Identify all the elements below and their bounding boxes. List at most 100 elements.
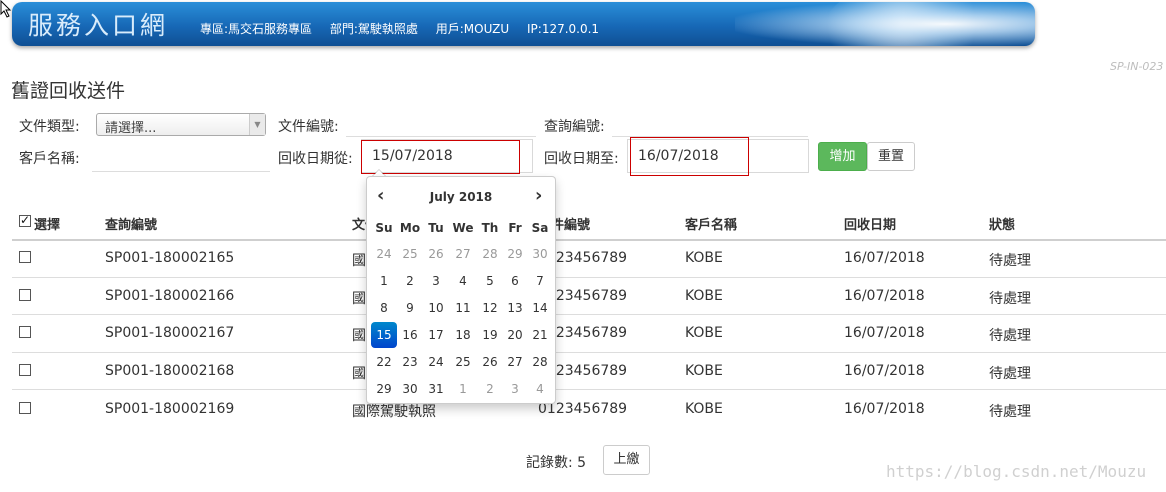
datepicker-month-label[interactable]: July 2018 xyxy=(367,190,555,204)
ip-info: IP:127.0.0.1 xyxy=(527,22,600,36)
datepicker-day[interactable]: 1 xyxy=(450,376,476,402)
datepicker-day[interactable]: 16 xyxy=(397,322,423,348)
datepicker-day[interactable]: 28 xyxy=(527,349,553,375)
datepicker-day[interactable]: 3 xyxy=(502,376,528,402)
row-checkbox[interactable] xyxy=(19,251,31,263)
column-header-status: 狀態 xyxy=(989,218,1016,233)
datepicker-day[interactable]: 6 xyxy=(502,268,528,294)
table-cell-date: 16/07/2018 xyxy=(844,325,925,341)
datepicker-day[interactable]: 30 xyxy=(397,376,423,402)
datepicker-day[interactable]: 24 xyxy=(423,349,449,375)
submit-button[interactable]: 上繳 xyxy=(603,445,650,475)
datepicker-day[interactable]: 1 xyxy=(371,268,397,294)
datepicker-day[interactable]: 12 xyxy=(477,295,503,321)
datepicker-day[interactable]: 11 xyxy=(450,295,476,321)
query-no-input[interactable] xyxy=(612,110,808,136)
zone-info: 專區:馬交石服務專區 xyxy=(200,22,313,36)
datepicker-day[interactable]: 22 xyxy=(371,349,397,375)
datepicker-day[interactable]: 20 xyxy=(502,322,528,348)
datepicker-day[interactable]: 25 xyxy=(450,349,476,375)
session-info: 專區:馬交石服務專區 部門:駕駛執照處 用戶:MOUZU IP:127.0.0.… xyxy=(200,20,613,37)
datepicker-day[interactable]: 31 xyxy=(423,376,449,402)
table-cell-client: KOBE xyxy=(685,363,723,379)
department-info: 部門:駕駛執照處 xyxy=(329,22,418,36)
table-cell-query-no: SP001-180002169 xyxy=(105,401,235,417)
weekday-label: Su xyxy=(375,221,393,235)
datepicker-day[interactable]: 28 xyxy=(477,241,503,267)
datepicker-day[interactable]: 7 xyxy=(527,268,553,294)
datepicker-day[interactable]: 19 xyxy=(477,322,503,348)
datepicker-day[interactable]: 24 xyxy=(371,241,397,267)
datepicker-day[interactable]: 30 xyxy=(527,241,553,267)
datepicker-day[interactable]: 13 xyxy=(502,295,528,321)
table-cell-status: 待處理 xyxy=(989,291,1031,307)
weekday-label: Tu xyxy=(428,221,444,235)
datepicker-day[interactable]: 15 xyxy=(371,322,397,348)
table-cell-date: 16/07/2018 xyxy=(844,288,925,304)
datepicker-day[interactable]: 18 xyxy=(450,322,476,348)
datepicker-day[interactable]: 27 xyxy=(502,349,528,375)
column-header-query-no: 查詢編號 xyxy=(105,218,158,233)
column-header-select: 選擇 xyxy=(34,218,61,233)
datepicker-day[interactable]: 25 xyxy=(397,241,423,267)
doc-no-label: 文件編號: xyxy=(278,119,339,135)
datepicker-day[interactable]: 8 xyxy=(371,295,397,321)
datepicker-day[interactable]: 29 xyxy=(502,241,528,267)
weekday-label: Th xyxy=(481,221,499,235)
datepicker-day[interactable]: 26 xyxy=(477,349,503,375)
doc-type-select[interactable]: 請選擇... ▼ xyxy=(96,113,266,136)
datepicker-day[interactable]: 9 xyxy=(397,295,423,321)
column-header-date: 回收日期 xyxy=(844,218,897,233)
row-checkbox[interactable] xyxy=(19,364,31,376)
chevron-down-icon: ▼ xyxy=(249,114,265,135)
row-checkbox[interactable] xyxy=(19,402,31,414)
add-button[interactable]: 增加 xyxy=(818,142,867,171)
datepicker-day[interactable]: 14 xyxy=(527,295,553,321)
doc-no-input[interactable] xyxy=(346,110,536,136)
datepicker-popup: ‹ July 2018 › Su Mo Tu We Th Fr Sa 24 25 2… xyxy=(366,176,556,404)
banner-glow xyxy=(735,2,1035,46)
watermark: https://blog.csdn.net/Mouzu xyxy=(886,462,1147,481)
datepicker-next-icon[interactable]: › xyxy=(535,185,542,206)
record-count: 記錄數: 5 xyxy=(526,455,587,471)
datepicker-day[interactable]: 2 xyxy=(477,376,503,402)
table-row-divider xyxy=(12,352,1166,353)
table-cell-client: KOBE xyxy=(685,325,723,341)
reset-button[interactable]: 重置 xyxy=(867,142,915,171)
datepicker-day[interactable]: 27 xyxy=(450,241,476,267)
client-name-input[interactable] xyxy=(92,145,270,171)
table-cell-query-no: SP001-180002166 xyxy=(105,288,235,304)
weekday-label: Sa xyxy=(531,221,549,235)
client-name-underline xyxy=(92,171,270,172)
datepicker-day[interactable]: 23 xyxy=(397,349,423,375)
table-cell-status: 待處理 xyxy=(989,404,1031,420)
site-title: 服務入口網 xyxy=(28,11,169,40)
datepicker-day[interactable]: 4 xyxy=(450,268,476,294)
table-cell-query-no: SP001-180002167 xyxy=(105,325,235,341)
datepicker-day[interactable]: 4 xyxy=(527,376,553,402)
page-title: 舊證回收送件 xyxy=(11,80,126,102)
user-info: 用戶:MOUZU xyxy=(435,22,510,36)
table-cell-status: 待處理 xyxy=(989,328,1031,344)
table-cell-query-no: SP001-180002165 xyxy=(105,250,235,266)
datepicker-day[interactable]: 10 xyxy=(423,295,449,321)
datepicker-day[interactable]: 26 xyxy=(423,241,449,267)
select-all-checkbox[interactable] xyxy=(19,213,31,227)
row-checkbox[interactable] xyxy=(19,289,31,301)
table-cell-query-no: SP001-180002168 xyxy=(105,363,235,379)
date-to-label: 回收日期至: xyxy=(544,151,619,167)
weekday-label: Fr xyxy=(508,221,522,235)
table-cell-client: KOBE xyxy=(685,288,723,304)
row-checkbox[interactable] xyxy=(19,326,31,338)
doc-type-label: 文件類型: xyxy=(19,119,80,135)
table-cell-status: 待處理 xyxy=(989,253,1031,269)
doc-no-underline xyxy=(346,136,536,137)
datepicker-day[interactable]: 3 xyxy=(423,268,449,294)
datepicker-day[interactable]: 5 xyxy=(477,268,503,294)
table-cell-doc-type: 國際駕駛執照 xyxy=(352,404,436,420)
table-row-divider xyxy=(12,389,1166,390)
datepicker-day[interactable]: 29 xyxy=(371,376,397,402)
datepicker-day[interactable]: 17 xyxy=(423,322,449,348)
datepicker-day[interactable]: 2 xyxy=(397,268,423,294)
datepicker-day[interactable]: 21 xyxy=(527,322,553,348)
